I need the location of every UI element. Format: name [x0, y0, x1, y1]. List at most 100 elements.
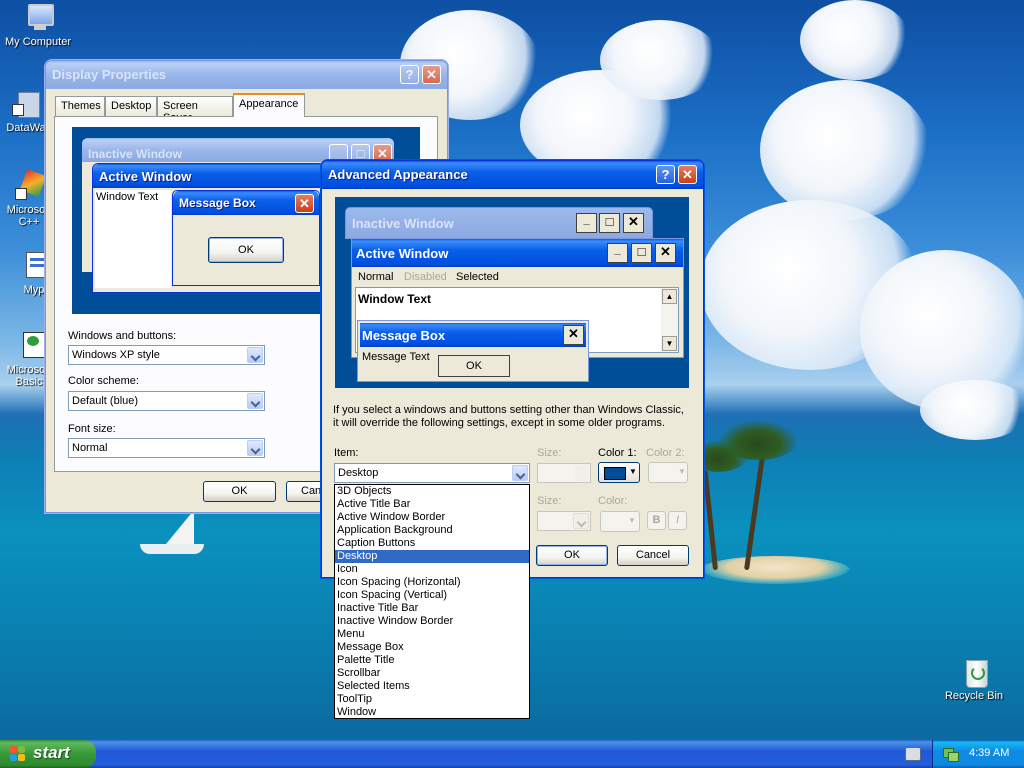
preview-inactive-title: Inactive Window — [88, 147, 182, 161]
chevron-down-icon[interactable] — [512, 465, 528, 481]
select-value: Normal — [72, 442, 108, 454]
item-label: Item: — [334, 447, 359, 459]
item-list-option[interactable]: Message Box — [335, 641, 529, 654]
windows-logo-icon — [10, 746, 26, 762]
preview-window-text: Window Text — [358, 292, 431, 306]
item-dropdown-list[interactable]: 3D Objects Active Title Bar Active Window … — [334, 484, 530, 719]
preview-scrollbar: ▲ ▼ — [661, 288, 678, 352]
preview-active-title: Active Window — [99, 169, 192, 184]
tab-themes[interactable]: Themes — [55, 96, 105, 116]
item-select[interactable]: Desktop — [334, 463, 530, 483]
advanced-preview-active-title: Active Window — [356, 246, 449, 261]
ok-button[interactable]: OK — [203, 481, 276, 502]
preview-message-text: Message Text — [362, 351, 430, 363]
font-size-label: Size: — [537, 495, 562, 507]
bold-button[interactable]: B — [647, 511, 666, 530]
item-list-option[interactable]: Icon Spacing (Vertical) — [335, 589, 529, 602]
visual-cpp-icon — [13, 169, 47, 202]
maximize-icon: □ — [599, 213, 620, 233]
chevron-down-icon[interactable] — [573, 513, 589, 529]
item-list-option[interactable]: Application Background — [335, 524, 529, 537]
color2-picker[interactable]: ▼ — [648, 462, 688, 483]
window-title: Display Properties — [52, 67, 167, 82]
item-list-option[interactable]: ToolTip — [335, 693, 529, 706]
desktop-icon-recycle-bin[interactable]: Recycle Bin — [934, 656, 1014, 702]
close-icon: ✕ — [655, 243, 676, 263]
font-size-label: Font size: — [68, 423, 116, 435]
minimize-icon: _ — [576, 213, 597, 233]
triangle-down-icon: ▼ — [678, 467, 686, 476]
desktop-icon-my-computer[interactable]: My Computer — [0, 2, 78, 48]
windows-buttons-label: Windows and buttons: — [68, 330, 177, 342]
preview-ok-button: OK — [208, 237, 284, 263]
tab-appearance[interactable]: Appearance — [233, 93, 305, 117]
help-button[interactable]: ? — [656, 165, 675, 184]
close-button[interactable]: ✕ — [422, 65, 441, 84]
advanced-appearance-titlebar[interactable]: Advanced Appearance ? ✕ — [322, 161, 703, 189]
advanced-preview-inactive-title: Inactive Window — [352, 216, 454, 231]
item-list-option[interactable]: Icon — [335, 563, 529, 576]
size-label: Size: — [537, 447, 562, 459]
size-spinner[interactable] — [537, 463, 591, 483]
desktop-icon-label: My Computer — [4, 36, 72, 48]
windows-buttons-select[interactable]: Windows XP style — [68, 345, 265, 365]
system-tray: 4:39 AM — [932, 740, 1024, 768]
cloud — [760, 80, 930, 220]
chevron-down-icon[interactable] — [247, 393, 263, 409]
preview-ok-button: OK — [438, 355, 510, 377]
advanced-preview-message-titlebar: Message Box ✕ — [360, 323, 586, 347]
keyboard-icon[interactable] — [905, 747, 921, 761]
item-list-option[interactable]: 3D Objects — [335, 485, 529, 498]
cancel-button[interactable]: Can — [286, 481, 326, 502]
select-value: Windows XP style — [72, 349, 160, 361]
item-list-option[interactable]: Inactive Title Bar — [335, 602, 529, 615]
preview-message-title: Message Box — [179, 196, 256, 210]
item-list-option[interactable]: Desktop — [335, 550, 529, 563]
clock[interactable]: 4:39 AM — [969, 747, 1009, 759]
triangle-down-icon: ▼ — [629, 467, 637, 476]
item-list-option[interactable]: Window — [335, 706, 529, 719]
chevron-down-icon[interactable] — [247, 440, 263, 456]
network-icon[interactable] — [943, 746, 959, 762]
info-text-line1: If you select a windows and buttons sett… — [333, 404, 684, 416]
item-list-option[interactable]: Menu — [335, 628, 529, 641]
preview-menu-disabled: Disabled — [404, 271, 447, 283]
italic-button[interactable]: I — [668, 511, 687, 530]
display-properties-titlebar[interactable]: Display Properties ? ✕ — [46, 61, 447, 89]
cancel-button[interactable]: Cancel — [617, 545, 689, 566]
preview-window-text: Window Text — [96, 191, 159, 203]
tab-screen-saver[interactable]: Screen Saver — [157, 96, 233, 124]
color-scheme-select[interactable]: Default (blue) — [68, 391, 265, 411]
item-list-option[interactable]: Active Title Bar — [335, 498, 529, 511]
taskbar: start 4:39 AM — [0, 740, 1024, 768]
start-button[interactable]: start — [0, 740, 96, 768]
item-list-option[interactable]: Inactive Window Border — [335, 615, 529, 628]
item-list-option[interactable]: Active Window Border — [335, 511, 529, 524]
preview-window-body: Window Text — [95, 190, 171, 288]
minimize-icon: _ — [607, 243, 628, 263]
font-size-select[interactable] — [537, 511, 591, 531]
advanced-preview-active-titlebar: Active Window _ □ ✕ — [352, 239, 683, 267]
item-list-option[interactable]: Icon Spacing (Horizontal) — [335, 576, 529, 589]
close-icon: ✕ — [563, 325, 584, 345]
help-button[interactable]: ? — [400, 65, 419, 84]
close-button[interactable]: ✕ — [678, 165, 697, 184]
advanced-preview-message-box: Message Box ✕ Message Text OK — [357, 320, 589, 382]
item-list-option[interactable]: Scrollbar — [335, 667, 529, 680]
font-size-select[interactable]: Normal — [68, 438, 265, 458]
computer-icon — [22, 2, 54, 34]
item-list-option[interactable]: Selected Items — [335, 680, 529, 693]
ok-button[interactable]: OK — [536, 545, 608, 566]
font-color-picker[interactable]: ▼ — [600, 511, 640, 532]
item-list-option[interactable]: Palette Title — [335, 654, 529, 667]
chevron-down-icon[interactable] — [247, 347, 263, 363]
start-label: start — [33, 743, 70, 762]
font-color-label: Color: — [598, 495, 628, 507]
recycle-bin-icon — [958, 656, 990, 688]
color1-picker[interactable]: ▼ — [598, 462, 640, 483]
preview-menu-selected: Selected — [456, 271, 499, 283]
item-list-option[interactable]: Caption Buttons — [335, 537, 529, 550]
color-scheme-label: Color scheme: — [68, 375, 139, 387]
tab-desktop[interactable]: Desktop — [105, 96, 157, 116]
spinner-arrows-icon[interactable] — [575, 465, 589, 481]
